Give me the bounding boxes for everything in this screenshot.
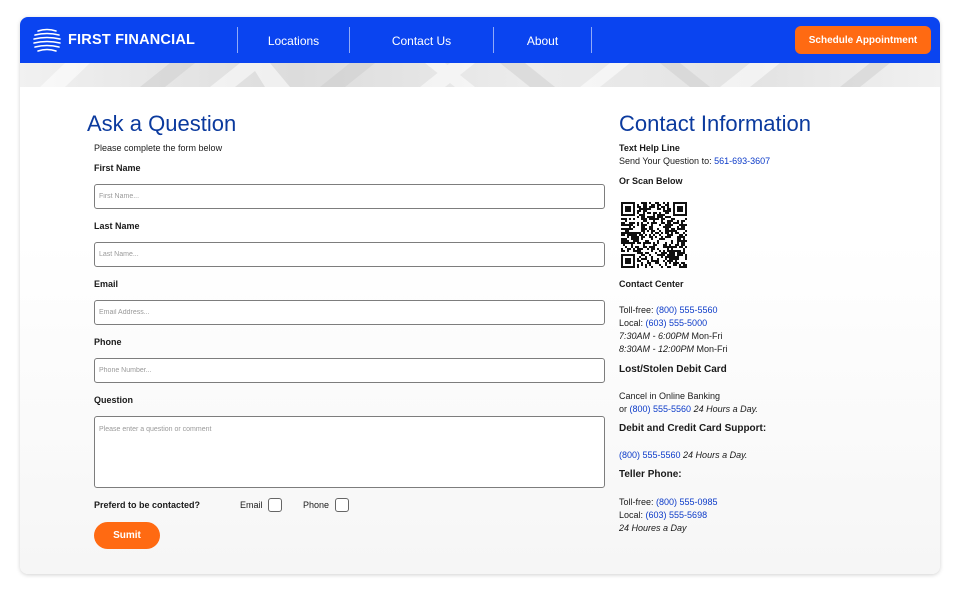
contact-pref-phone-checkbox[interactable] <box>335 498 349 512</box>
card-support-number-link[interactable]: (800) 555-5560 <box>619 450 681 460</box>
last-name-input[interactable] <box>94 242 605 267</box>
submit-button[interactable]: Sumit <box>94 522 160 549</box>
nav-contact-us-link[interactable]: Contact Us <box>350 34 493 48</box>
contact-center-heading: Contact Center <box>619 279 684 289</box>
first-name-label: First Name <box>94 163 141 173</box>
contact-pref-phone-label: Phone <box>303 500 330 510</box>
contact-pref-email-checkbox[interactable] <box>268 498 282 512</box>
scan-label: Or Scan Below <box>619 176 683 186</box>
phone-label: Phone <box>94 337 122 347</box>
teller-local-link[interactable]: (603) 555-5698 <box>646 510 708 520</box>
form-title: Ask a Question <box>87 111 237 136</box>
text-help-number-link[interactable]: 561-693-3607 <box>714 156 770 166</box>
text-help-line: Send Your Question to: 561-693-3607 <box>619 156 771 166</box>
schedule-appointment-button[interactable]: Schedule Appointment <box>795 26 931 54</box>
lost-card-line1: Cancel in Online Banking <box>619 391 721 401</box>
nav-locations-link[interactable]: Locations <box>238 34 349 48</box>
email-label: Email <box>94 279 119 289</box>
contact-pref-email-label: Email <box>240 500 263 510</box>
qr-code-icon[interactable] <box>621 202 687 268</box>
contact-center-hours-1: 7:30AM - 6:00PM Mon-Fri <box>619 331 723 341</box>
contact-center-local-link[interactable]: (603) 555-5000 <box>646 318 708 328</box>
contact-center-hours-2: 8:30AM - 12:00PM Mon-Fri <box>619 344 728 354</box>
brand-logo[interactable]: FIRST FINANCIAL <box>32 25 195 55</box>
lost-card-number-link[interactable]: (800) 555-5560 <box>630 404 692 414</box>
contact-preference-label: Preferd to be contacted? <box>94 500 201 510</box>
card-support-line: (800) 555-5560 24 Hours a Day. <box>619 450 748 460</box>
question-textarea[interactable] <box>94 416 605 488</box>
decorative-banner <box>20 63 940 87</box>
top-navbar: FIRST FINANCIAL Locations Contact Us Abo… <box>20 17 940 63</box>
globe-logo-icon <box>33 28 61 52</box>
card-support-heading: Debit and Credit Card Support: <box>619 423 767 434</box>
teller-heading: Teller Phone: <box>619 469 682 480</box>
phone-input[interactable] <box>94 358 605 383</box>
brand-name: FIRST FINANCIAL <box>68 32 196 48</box>
lost-card-heading: Lost/Stolen Debit Card <box>619 364 727 375</box>
teller-tollfree-link[interactable]: (800) 555-0985 <box>656 497 718 507</box>
teller-local: Local: (603) 555-5698 <box>619 510 708 520</box>
question-label: Question <box>94 395 134 405</box>
contact-center-tollfree: Toll-free: (800) 555-5560 <box>619 305 718 315</box>
text-help-heading: Text Help Line <box>619 143 680 153</box>
last-name-label: Last Name <box>94 221 140 231</box>
contact-title: Contact Information <box>619 111 811 136</box>
nav-about-link[interactable]: About <box>494 34 591 48</box>
first-name-input[interactable] <box>94 184 605 209</box>
contact-center-tollfree-link[interactable]: (800) 555-5560 <box>656 305 718 315</box>
contact-center-local: Local: (603) 555-5000 <box>619 318 708 328</box>
lost-card-line2: or (800) 555-5560 24 Hours a Day. <box>619 404 758 414</box>
teller-availability: 24 Houres a Day <box>619 523 687 533</box>
page-card: FIRST FINANCIAL Locations Contact Us Abo… <box>20 17 940 574</box>
form-intro: Please complete the form below <box>94 143 223 153</box>
nav-divider <box>591 27 592 53</box>
teller-tollfree: Toll-free: (800) 555-0985 <box>619 497 718 507</box>
email-input[interactable] <box>94 300 605 325</box>
